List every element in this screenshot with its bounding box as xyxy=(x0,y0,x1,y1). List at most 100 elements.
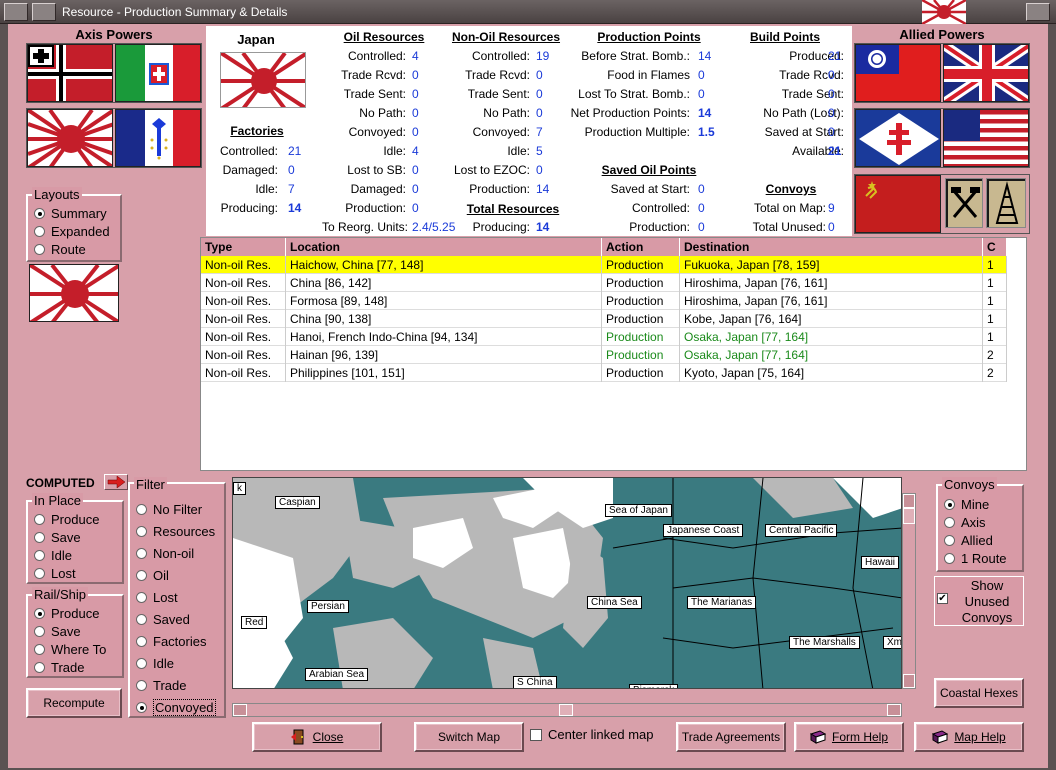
nonoil-value: 5 xyxy=(536,144,543,158)
radio-label: Resources xyxy=(153,523,216,539)
bp-value: 0 xyxy=(828,87,835,101)
filter-convoyed-radio[interactable]: Convoyed xyxy=(130,696,224,718)
convoys-allied-radio[interactable]: Allied xyxy=(938,531,1022,549)
filter-oil-radio[interactable]: Oil xyxy=(130,564,224,586)
map-vertical-scrollbar[interactable] xyxy=(902,493,916,689)
japan-flag-icon[interactable] xyxy=(27,109,113,167)
radio-dot xyxy=(944,534,955,546)
inplace-idle-radio[interactable]: Idle xyxy=(28,546,122,564)
map-label: Bay of Bengal xyxy=(413,688,483,689)
vichy-france-flag-icon[interactable] xyxy=(115,109,201,167)
table-row[interactable]: Non-oil Res. Philippines [101, 151] Produc… xyxy=(201,364,1007,382)
nation-flag-icon xyxy=(220,52,306,108)
map-help-button[interactable]: Map Help xyxy=(914,722,1024,752)
table-row[interactable]: Non-oil Res. Haichow, China [77, 148] Prod… xyxy=(201,256,1007,274)
filter-options: No Filter Resources Non-oil Oil Lost Saved Fac… xyxy=(130,484,224,718)
railship-save-radio[interactable]: Save xyxy=(28,622,122,640)
united-kingdom-flag-icon[interactable] xyxy=(943,44,1029,102)
inplace-produce-radio[interactable]: Produce xyxy=(28,510,122,528)
radio-dot xyxy=(34,607,45,619)
scroll-right-arrow[interactable] xyxy=(887,704,901,716)
trade-agreements-button[interactable]: Trade Agreements xyxy=(676,722,786,752)
italy-flag-icon[interactable] xyxy=(115,44,201,102)
col-type-header[interactable]: Type xyxy=(201,238,286,256)
nonoil-label: Lost to EZOC: xyxy=(453,163,530,177)
filter-trade-radio[interactable]: Trade xyxy=(130,674,224,696)
table-row[interactable]: Non-oil Res. Hanoi, French Indo-China [94… xyxy=(201,328,1007,346)
convoys-1-route-radio[interactable]: 1 Route xyxy=(938,549,1022,567)
map-label: Xm xyxy=(883,636,901,649)
reorg-label: To Reorg. Units: xyxy=(321,220,408,234)
close-window-button[interactable] xyxy=(1026,3,1050,21)
oil-derrick-icon[interactable] xyxy=(986,178,1026,228)
minimize-button[interactable] xyxy=(32,3,56,21)
col-destination-header[interactable]: Destination xyxy=(680,238,983,256)
inplace-lost-radio[interactable]: Lost xyxy=(28,564,122,582)
map-label: k xyxy=(233,482,246,495)
recompute-button[interactable]: Recompute xyxy=(26,688,122,718)
center-linked-map-checkbox[interactable]: Center linked map xyxy=(530,727,654,742)
show-unused-convoys-checkbox[interactable]: ✔ Show Unused Convoys xyxy=(934,576,1024,626)
computed-arrow-button[interactable] xyxy=(104,474,128,490)
map-horizontal-scrollbar[interactable] xyxy=(232,703,902,717)
scroll-up-arrow[interactable] xyxy=(903,494,915,508)
filter-no-filter-radio[interactable]: No Filter xyxy=(130,498,224,520)
layout-route-radio[interactable]: Route xyxy=(28,240,120,258)
system-menu-button[interactable] xyxy=(4,3,28,21)
railship-produce-radio[interactable]: Produce xyxy=(28,604,122,622)
layout-expanded-radio[interactable]: Expanded xyxy=(28,222,120,240)
scroll-thumb[interactable] xyxy=(559,704,573,716)
form-help-button[interactable]: Form Help xyxy=(794,722,904,752)
table-row[interactable]: Non-oil Res. Hainan [96, 139] Production Os… xyxy=(201,346,1007,364)
nationalist-china-flag-icon[interactable] xyxy=(855,44,941,102)
radio-label: 1 Route xyxy=(961,550,1007,566)
scroll-down-arrow[interactable] xyxy=(903,674,915,688)
filter-saved-radio[interactable]: Saved xyxy=(130,608,224,630)
ussr-flag-icon[interactable] xyxy=(855,175,941,233)
pp-label: Production Multiple: xyxy=(584,125,690,139)
total-producing-value: 14 xyxy=(536,220,550,234)
layout-summary-radio[interactable]: Summary xyxy=(28,204,120,222)
filter-resources-radio[interactable]: Resources xyxy=(130,520,224,542)
rail-ship-options: Produce Save Where To Trade xyxy=(28,596,122,676)
railship-where-to-radio[interactable]: Where To xyxy=(28,640,122,658)
germany-flag-icon[interactable] xyxy=(27,44,113,102)
inplace-save-radio[interactable]: Save xyxy=(28,528,122,546)
scroll-left-arrow[interactable] xyxy=(233,704,247,716)
map-help-label: Map Help xyxy=(954,730,1006,744)
oil-label: Lost to SB: xyxy=(347,163,406,177)
table-row[interactable]: Non-oil Res. China [90, 138] Production Kob… xyxy=(201,310,1007,328)
filter-lost-radio[interactable]: Lost xyxy=(130,586,224,608)
filter-idle-radio[interactable]: Idle xyxy=(130,652,224,674)
cell-destination: Osaka, Japan [77, 164] xyxy=(680,346,983,364)
cell-type: Non-oil Res. xyxy=(201,274,286,292)
railship-trade-radio[interactable]: Trade xyxy=(28,658,122,676)
mining-tools-icon[interactable] xyxy=(945,178,983,228)
map-label: Arabian Sea xyxy=(305,668,369,681)
col-c-header[interactable]: C xyxy=(983,238,1007,256)
col-action-header[interactable]: Action xyxy=(602,238,680,256)
filter-factories-radio[interactable]: Factories xyxy=(130,630,224,652)
map-label: The Marianas xyxy=(687,596,757,609)
saved-title: Saved Oil Points xyxy=(601,163,697,177)
col-location-header[interactable]: Location xyxy=(286,238,602,256)
free-france-flag-icon[interactable] xyxy=(855,109,941,167)
convoys-title: Convoys xyxy=(765,182,817,196)
table-row[interactable]: Non-oil Res. Formosa [89, 148] Production H… xyxy=(201,292,1007,310)
convoys-axis-radio[interactable]: Axis xyxy=(938,513,1022,531)
allied-powers-title: Allied Powers xyxy=(899,27,985,42)
world-map[interactable]: k Caspian Sea of Japan Japanese Coast Centra… xyxy=(232,477,902,689)
radio-dot xyxy=(136,679,147,691)
coastal-hexes-button[interactable]: Coastal Hexes xyxy=(934,678,1024,708)
usa-flag-icon[interactable] xyxy=(943,109,1029,167)
close-button[interactable]: Close xyxy=(252,722,382,752)
oil-value: 4 xyxy=(412,49,419,63)
nonoil-label: Trade Sent: xyxy=(467,87,530,101)
filter-non-oil-radio[interactable]: Non-oil xyxy=(130,542,224,564)
scroll-thumb[interactable] xyxy=(903,508,915,524)
table-row[interactable]: Non-oil Res. China [86, 142] Production Hir… xyxy=(201,274,1007,292)
cell-destination: Hiroshima, Japan [76, 161] xyxy=(680,292,983,310)
switch-map-button[interactable]: Switch Map xyxy=(414,722,524,752)
radio-label: Produce xyxy=(51,511,100,527)
convoys-mine-radio[interactable]: Mine xyxy=(938,495,1022,513)
